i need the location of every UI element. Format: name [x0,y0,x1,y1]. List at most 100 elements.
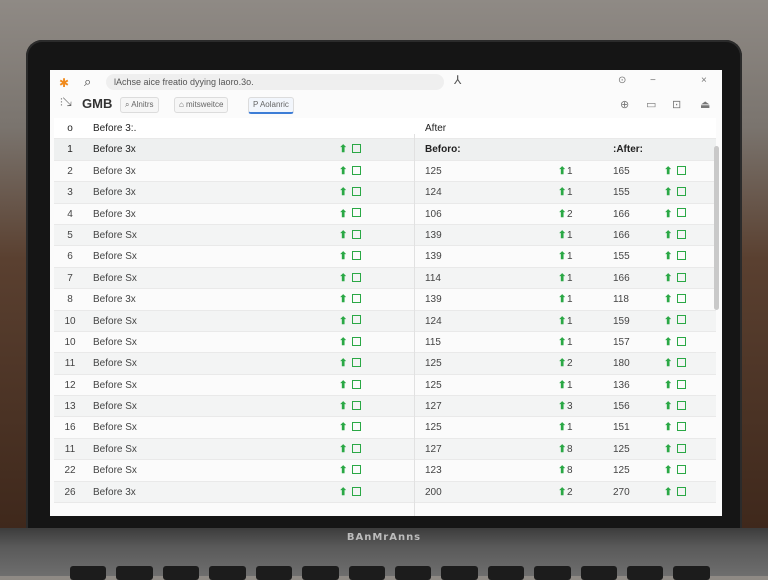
table-row[interactable]: 10 Before Sx ⬆ 124 ⬆ 1 159 ⬆ [54,310,716,332]
status-icons[interactable]: ⬆ [339,311,362,331]
header-after[interactable]: After [425,118,446,138]
checkbox-icon[interactable] [677,379,687,389]
table-row[interactable]: 11 Before Sx ⬆ 125 ⬆ 2 180 ⬆ [54,353,716,375]
table-row[interactable]: 4 Before 3x ⬆ 106 ⬆ 2 166 ⬆ [54,204,716,225]
checkbox-icon[interactable] [352,336,362,346]
status-icons[interactable]: ⬆ [664,246,687,266]
checkbox-icon[interactable] [352,358,362,368]
checkbox-icon[interactable] [352,465,362,475]
checkbox-icon[interactable] [677,272,687,282]
status-icons[interactable]: ⬆ [339,289,362,309]
checkbox-icon[interactable] [677,229,687,239]
status-icons[interactable]: ⬆ [339,139,362,159]
table-row[interactable]: 26 Before 3x ⬆ 200 ⬆ 2 270 ⬆ [54,481,716,504]
status-icons[interactable]: ⬆ [664,353,687,373]
checkbox-icon[interactable] [352,486,362,496]
table-row[interactable]: 3 Before 3x ⬆ 124 ⬆ 1 155 ⬆ [54,182,716,204]
checkbox-icon[interactable] [677,422,687,432]
status-icons[interactable]: ⬆ [664,225,687,245]
checkbox-icon[interactable] [677,208,687,218]
table-row[interactable]: 2 Before 3x ⬆ 125 ⬆ 1 165 ⬆ [54,161,716,183]
search-icon[interactable]: ⌕ [84,74,91,90]
status-icons[interactable]: ⬆ [339,353,362,373]
filter-icon[interactable]: ⊡ [672,98,681,111]
status-icons[interactable]: ⬆ [339,246,362,266]
checkbox-icon[interactable] [352,208,362,218]
status-icons[interactable]: ⬆ [339,482,362,502]
table-row[interactable]: 10 Before Sx ⬆ 115 ⬆ 1 157 ⬆ [54,332,716,354]
subheader-col-a[interactable]: :After: [613,139,643,159]
status-icons[interactable]: ⬆ [339,396,362,416]
status-icons[interactable]: ⬆ [339,268,362,288]
checkbox-icon[interactable] [352,144,362,154]
checkbox-icon[interactable] [677,443,687,453]
chip-mitsweitce[interactable]: ⌂ mitsweitce [174,97,229,113]
status-icons[interactable]: ⬆ [339,182,362,202]
status-icons[interactable]: ⬆ [339,225,362,245]
status-icons[interactable]: ⬆ [339,204,362,224]
settings-icon[interactable]: ⊙ [618,75,626,86]
status-icons[interactable]: ⬆ [664,396,687,416]
checkbox-icon[interactable] [677,465,687,475]
subheader-col-b[interactable]: Beforo: [425,139,461,159]
crosshair-icon[interactable]: ⊕ [620,98,629,111]
status-icons[interactable]: ⬆ [664,268,687,288]
extension-icon[interactable]: ⅄ [454,73,461,87]
status-icons[interactable]: ⬆ [664,289,687,309]
table-row[interactable]: 12 Before Sx ⬆ 125 ⬆ 1 136 ⬆ [54,375,716,397]
checkbox-icon[interactable] [677,486,687,496]
table-row[interactable]: 8 Before 3x ⬆ 139 ⬆ 1 118 ⬆ [54,289,716,311]
status-icons[interactable]: ⬆ [339,332,362,352]
table-row[interactable]: 22 Before Sx ⬆ 123 ⬆ 8 125 ⬆ [54,460,716,482]
checkbox-icon[interactable] [677,358,687,368]
checkbox-icon[interactable] [352,293,362,303]
status-icons[interactable]: ⬆ [664,460,687,480]
address-bar[interactable]: lAchse aice freatio dyying laoro.3o. [106,74,444,90]
checkbox-icon[interactable] [352,379,362,389]
table-row[interactable]: 5 Before Sx ⬆ 139 ⬆ 1 166 ⬆ [54,224,716,247]
status-icons[interactable]: ⬆ [664,417,687,437]
checkbox-icon[interactable] [677,336,687,346]
chip-alnitrs[interactable]: ⌕ Alnitrs [120,97,159,113]
chip-aolanric[interactable]: P Aolanric [248,97,294,114]
checkbox-icon[interactable] [352,400,362,410]
status-icons[interactable]: ⬆ [339,161,362,181]
status-icons[interactable]: ⬆ [339,417,362,437]
status-icons[interactable]: ⬆ [664,182,687,202]
header-before[interactable]: Before 3:. [93,118,136,138]
table-row[interactable]: 11 Before Sx ⬆ 127 ⬆ 8 125 ⬆ [54,438,716,461]
checkbox-icon[interactable] [352,187,362,197]
checkbox-icon[interactable] [352,251,362,261]
status-icons[interactable]: ⬆ [664,204,687,224]
table-row[interactable]: 7 Before Sx ⬆ 114 ⬆ 1 166 ⬆ [54,267,716,290]
checkbox-icon[interactable] [677,165,687,175]
checkbox-icon[interactable] [677,293,687,303]
status-icons[interactable]: ⬆ [664,161,687,181]
minimize-button[interactable]: − [650,75,656,86]
checkbox-icon[interactable] [677,187,687,197]
status-icons[interactable]: ⬆ [339,460,362,480]
table-row[interactable]: 6 Before Sx ⬆ 139 ⬆ 1 155 ⬆ [54,246,716,268]
status-icons[interactable]: ⬆ [339,439,362,459]
checkbox-icon[interactable] [352,443,362,453]
checkbox-icon[interactable] [352,229,362,239]
checkbox-icon[interactable] [677,400,687,410]
comment-icon[interactable]: ▭ [646,98,656,111]
status-icons[interactable]: ⬆ [664,439,687,459]
scrollbar[interactable] [714,146,719,310]
checkbox-icon[interactable] [352,165,362,175]
table-row[interactable]: 16 Before Sx ⬆ 125 ⬆ 1 151 ⬆ [54,417,716,439]
checkbox-icon[interactable] [677,251,687,261]
status-icons[interactable]: ⬆ [339,375,362,395]
checkbox-icon[interactable] [677,315,687,325]
close-button[interactable]: × [701,75,707,86]
checkbox-icon[interactable] [352,315,362,325]
checkbox-icon[interactable] [352,422,362,432]
menu-icon[interactable]: ⫶↘ [60,97,72,110]
status-icons[interactable]: ⬆ [664,332,687,352]
status-icons[interactable]: ⬆ [664,311,687,331]
status-icons[interactable]: ⬆ [664,482,687,502]
checkbox-icon[interactable] [352,272,362,282]
status-icons[interactable]: ⬆ [664,375,687,395]
table-row[interactable]: 13 Before Sx ⬆ 127 ⬆ 3 156 ⬆ [54,396,716,418]
